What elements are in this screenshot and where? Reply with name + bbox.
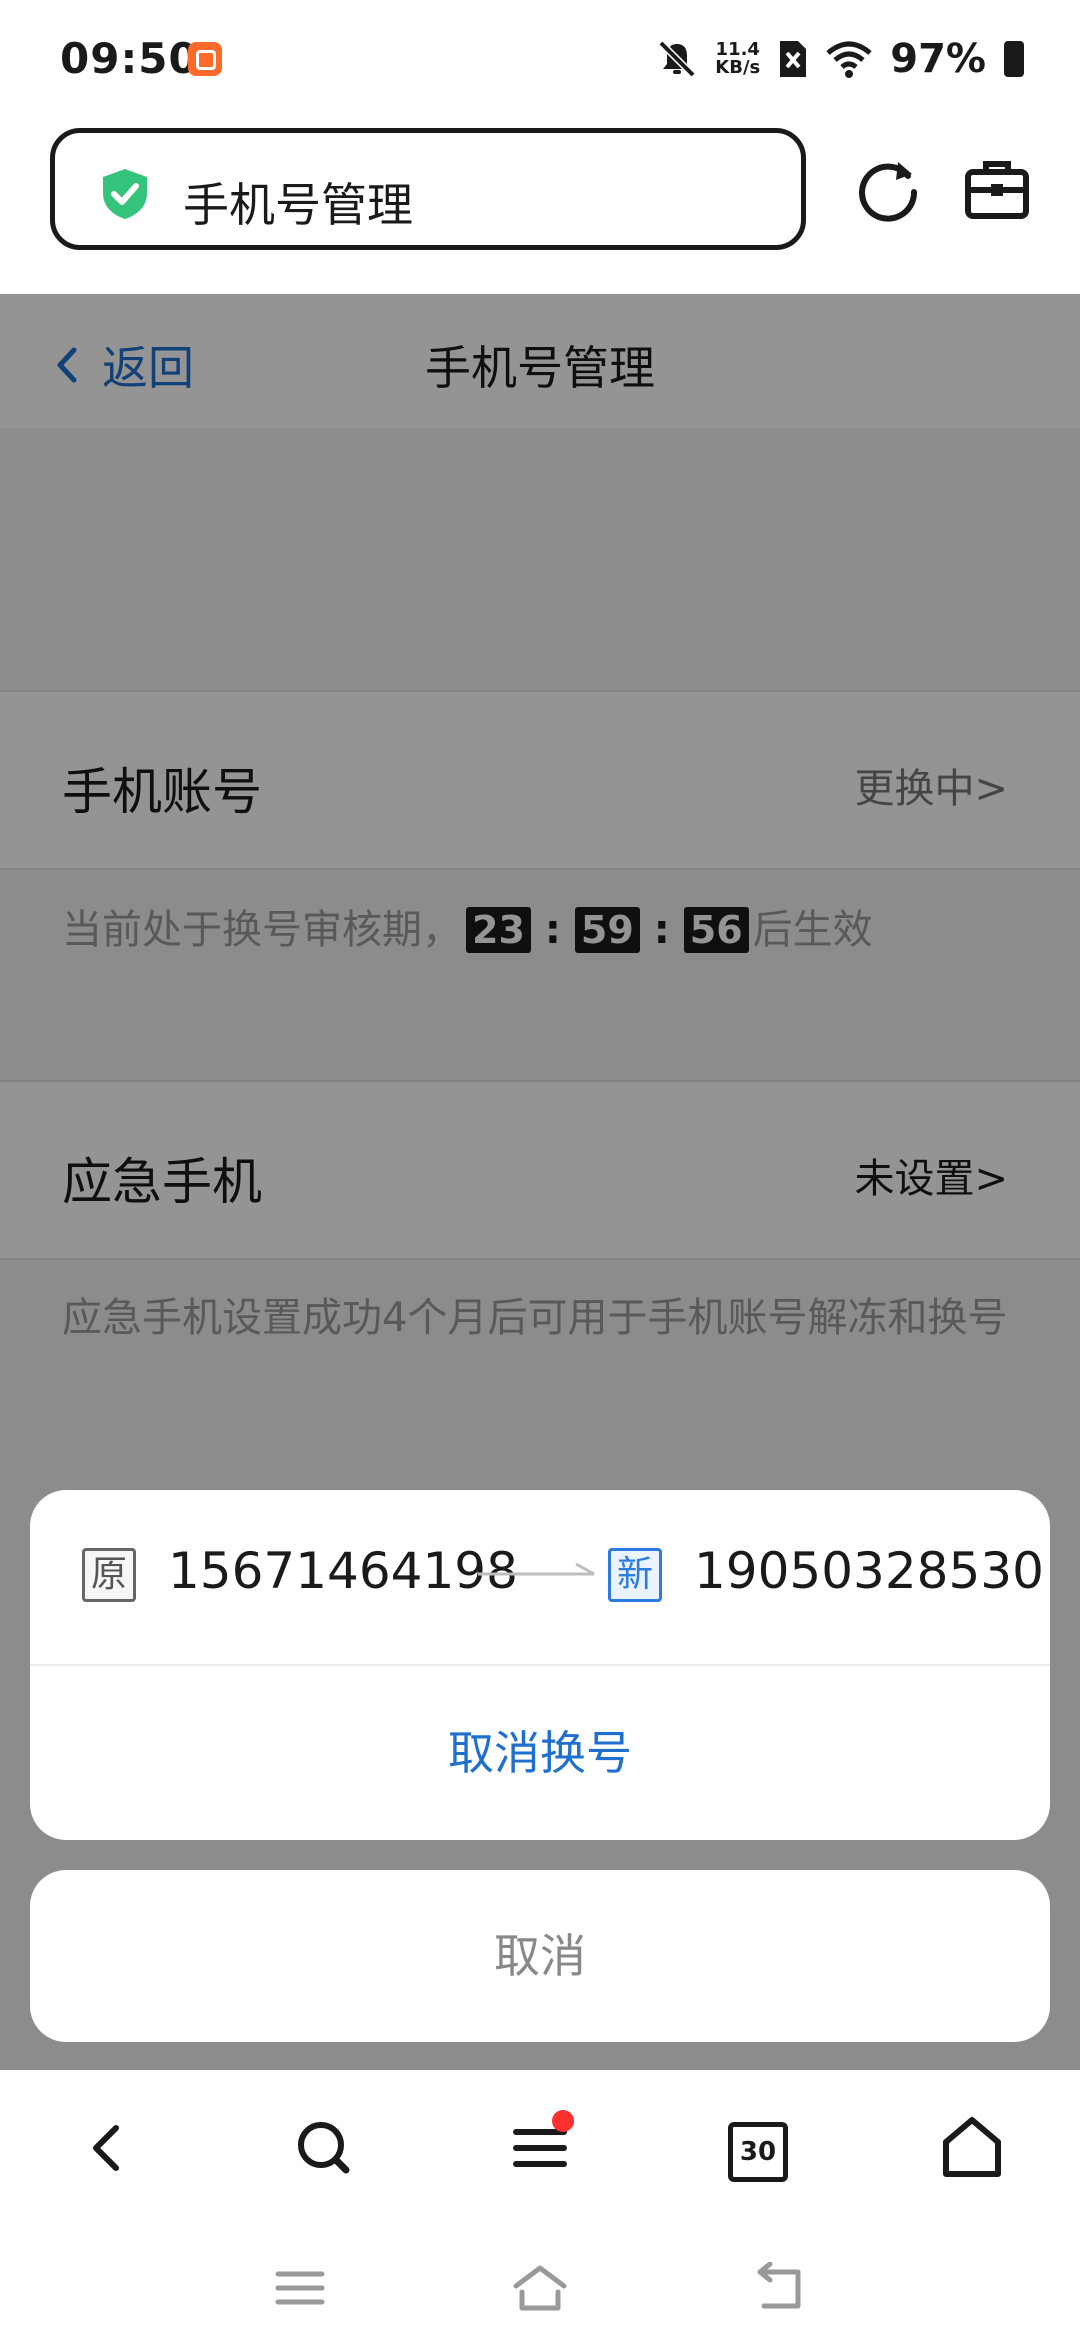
number-change-row: 原 15671464198 新 19050328530 [30,1490,1050,1666]
mute-bell-icon [658,40,696,78]
browser-toolbar: 30 [0,2070,1080,2226]
cancel-button[interactable]: 取消 [30,1870,1050,2042]
system-home-icon[interactable] [510,2262,570,2314]
address-title: 手机号管理 [183,178,413,232]
status-time: 09:50 [60,34,199,83]
system-back-icon[interactable] [750,2262,810,2314]
system-nav-bar [0,2226,1080,2344]
back-arrow-icon[interactable] [70,2110,146,2186]
app-notification-icon [188,42,222,76]
home-icon[interactable] [934,2110,1010,2186]
tabs-button[interactable]: 30 [728,2122,788,2182]
browser-address-bar: 手机号管理 [0,122,1080,294]
notification-dot [552,2110,574,2132]
recent-apps-icon[interactable] [270,2262,330,2314]
search-icon[interactable] [286,2110,362,2186]
status-icons: 11.4 KB/s 97% [657,36,1024,82]
wifi-icon [826,41,872,78]
toolbox-icon[interactable] [962,156,1032,222]
battery-percent: 97% [890,36,986,82]
cancel-change-button[interactable]: 取消换号 [30,1666,1050,1840]
secure-shield-icon [103,169,147,219]
arrow-right-icon [478,1562,595,1576]
old-number-tag: 原 [82,1548,136,1602]
network-speed: 11.4 KB/s [715,41,760,77]
reload-icon[interactable] [856,156,922,222]
sim-disabled-icon [780,41,807,77]
status-bar: 09:50 11.4 KB/s 97% [0,0,1080,122]
action-sheet: 原 15671464198 新 19050328530 取消换号 [30,1490,1050,1840]
battery-icon [1004,41,1024,77]
tab-count: 30 [728,2122,788,2182]
network-speed-unit: KB/s [715,57,761,78]
old-number: 15671464198 [168,1542,518,1600]
new-number-tag: 新 [608,1548,662,1602]
new-number: 19050328530 [694,1542,1044,1600]
menu-button[interactable] [502,2110,578,2186]
address-field[interactable]: 手机号管理 [50,128,806,250]
